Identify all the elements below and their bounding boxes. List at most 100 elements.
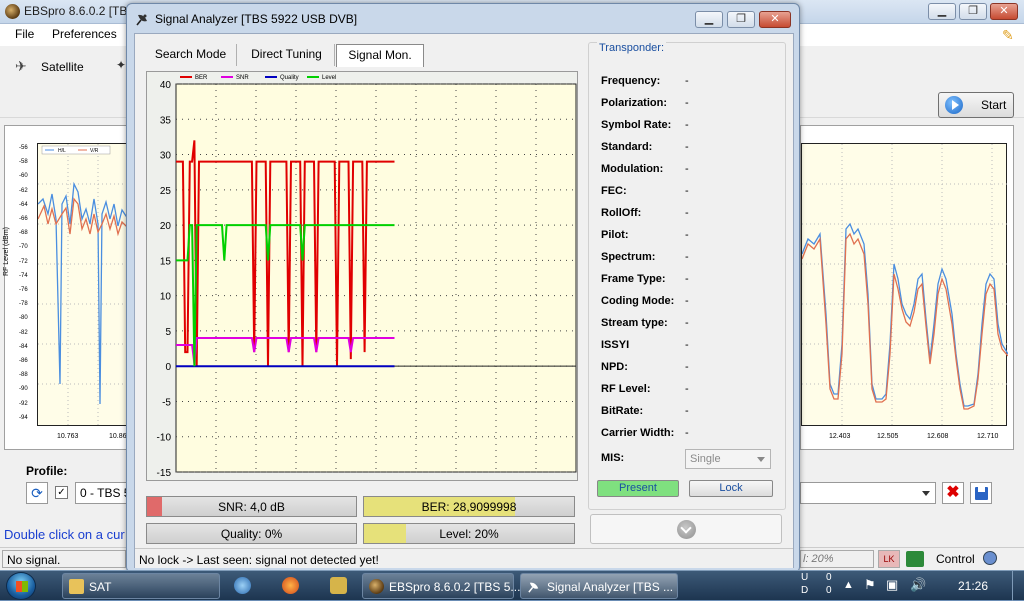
spectrum-ytick: -80	[19, 315, 28, 322]
y-tick-label: 30	[160, 151, 172, 162]
tab-search-mode[interactable]: Search Mode	[145, 44, 237, 66]
refresh-icon[interactable]: ⟳	[26, 482, 48, 504]
y-tick-label: 5	[165, 327, 171, 338]
taskbar-ebspro[interactable]: EBSpro 8.6.0.2 [TBS 5...	[362, 573, 520, 599]
taskbar-folder-sat[interactable]: SAT	[62, 573, 220, 599]
snr-meter: SNR: 4,0 dB	[146, 496, 357, 517]
transponder-group: Transponder: Frequency: - Polarization: - Sy…	[588, 42, 786, 510]
satellite-dish-icon	[136, 14, 147, 26]
menu-preferences[interactable]: Preferences	[52, 27, 117, 41]
device-icon[interactable]: ▣	[886, 577, 898, 593]
y-tick-label: -15	[157, 468, 172, 479]
network-icon[interactable]	[234, 577, 251, 594]
dialog-minimize-button[interactable]: ▁	[695, 11, 723, 28]
tray-upload-value: 0	[826, 572, 832, 583]
firefox-icon[interactable]	[282, 577, 299, 594]
maximize-button[interactable]: ❐	[959, 3, 987, 20]
flag-icon[interactable]: ⚑	[864, 577, 876, 593]
main-window-title: EBSpro 8.6.0.2 [TBS	[24, 4, 136, 18]
show-desktop-button[interactable]	[1012, 571, 1024, 601]
profile-dropdown[interactable]	[800, 482, 936, 504]
satellite-button[interactable]: Satellite	[41, 60, 84, 74]
ebspro-logo-icon	[5, 4, 20, 19]
legend-label: BER	[195, 75, 208, 81]
save-icon[interactable]	[970, 482, 992, 504]
y-tick-label: -10	[157, 433, 172, 444]
transponder-label: BitRate:	[601, 405, 644, 417]
tab-direct-tuning[interactable]: Direct Tuning	[239, 44, 335, 66]
spectrum-ytick: -62	[19, 187, 28, 194]
spectrum-ytick: -82	[19, 329, 28, 336]
tray-expand-icon[interactable]: ▲	[843, 579, 854, 591]
dialog-maximize-button[interactable]: ❐	[727, 11, 755, 28]
toolbar-icon[interactable]: ✦	[116, 58, 126, 72]
satellite-icon: ✈	[15, 58, 27, 74]
spectrum-ytick: -72	[19, 258, 28, 265]
transponder-label: Polarization:	[601, 97, 668, 109]
dialog-close-button[interactable]: ✕	[759, 11, 791, 28]
dialog-titlebar: Signal Analyzer [TBS 5922 USB DVB] ▁ ❐ ✕	[127, 4, 799, 32]
transponder-label: Carrier Width:	[601, 427, 675, 439]
profile-checkbox[interactable]: ✓	[55, 486, 68, 499]
transponder-label: RF Level:	[601, 383, 651, 395]
status-level: l: 20%	[800, 550, 874, 568]
spectrum-right-panel: 12.403 12.505 12.608 12.710	[800, 125, 1014, 450]
volume-icon[interactable]: 🔊	[910, 577, 926, 593]
menu-file[interactable]: File	[15, 27, 34, 41]
transponder-label: Symbol Rate:	[601, 119, 672, 131]
spectrum-ytick: -56	[19, 145, 28, 151]
tray-clock[interactable]: 21:26	[958, 579, 988, 593]
editor-icon[interactable]	[330, 577, 347, 594]
lk-indicator: LK	[878, 550, 900, 568]
spectrum-ytick: -88	[19, 372, 28, 379]
transponder-label: Modulation:	[601, 163, 664, 175]
spectrum-xtick: 12.608	[927, 433, 949, 440]
y-tick-label: 0	[165, 362, 171, 373]
spectrum-ytick: -94	[19, 414, 28, 421]
mis-value: Single	[690, 453, 721, 465]
signal-graph-svg: 40 35 30 25 20 15 10 5 0 -5 -10 -15 BER SNR Quality Le…	[157, 75, 577, 479]
delete-icon[interactable]: ✖	[942, 482, 964, 504]
transponder-value: -	[685, 75, 689, 87]
expand-panel[interactable]	[590, 514, 782, 544]
legend-hl: H/L	[58, 148, 66, 154]
transponder-value: -	[685, 207, 689, 219]
y-tick-label: 35	[160, 115, 172, 126]
close-button[interactable]: ✕	[990, 3, 1018, 20]
start-button[interactable]: Start	[938, 92, 1014, 118]
spectrum-xtick: 12.710	[977, 433, 999, 440]
update-icon[interactable]: ✎	[1002, 27, 1014, 44]
transponder-value: -	[685, 427, 689, 439]
y-tick-label: 20	[160, 221, 172, 232]
satellite-dish-icon	[528, 582, 539, 593]
transponder-label: Frame Type:	[601, 273, 666, 285]
start-orb-button[interactable]	[6, 572, 36, 600]
present-button[interactable]: Present	[597, 480, 679, 497]
legend-label: Quality	[280, 75, 299, 81]
lock-button[interactable]: Lock	[689, 480, 773, 497]
transponder-label: Standard:	[601, 141, 653, 153]
control-label[interactable]: Control	[936, 552, 975, 566]
play-icon	[945, 96, 963, 114]
taskbar-folder-label: SAT	[89, 580, 112, 594]
dialog-title: Signal Analyzer [TBS 5922 USB DVB]	[155, 12, 358, 26]
transponder-label: Frequency:	[601, 75, 661, 87]
mis-select[interactable]: Single	[685, 449, 771, 469]
y-tick-label: -5	[162, 397, 171, 408]
signal-analyzer-dialog: Signal Analyzer [TBS 5922 USB DVB] ▁ ❐ ✕…	[126, 3, 800, 573]
help-icon[interactable]	[983, 551, 997, 565]
tab-signal-mon[interactable]: Signal Mon.	[336, 44, 424, 67]
transponder-label: NPD:	[601, 361, 628, 373]
taskbar-ebspro-label: EBSpro 8.6.0.2 [TBS 5...	[389, 580, 521, 594]
spectrum-ytick: -60	[19, 173, 28, 180]
status-text: No signal.	[2, 550, 126, 568]
minimize-button[interactable]: ▁	[928, 3, 956, 20]
spectrum-ytick: -86	[19, 358, 28, 364]
spectrum-xtick: 12.403	[829, 433, 851, 440]
chevron-down-icon[interactable]	[677, 520, 696, 539]
transponder-value: -	[685, 185, 689, 197]
y-tick-label: 10	[160, 292, 172, 303]
taskbar-signal-analyzer[interactable]: Signal Analyzer [TBS ...	[520, 573, 678, 599]
card-icon	[906, 551, 924, 567]
transponder-value: -	[685, 141, 689, 153]
